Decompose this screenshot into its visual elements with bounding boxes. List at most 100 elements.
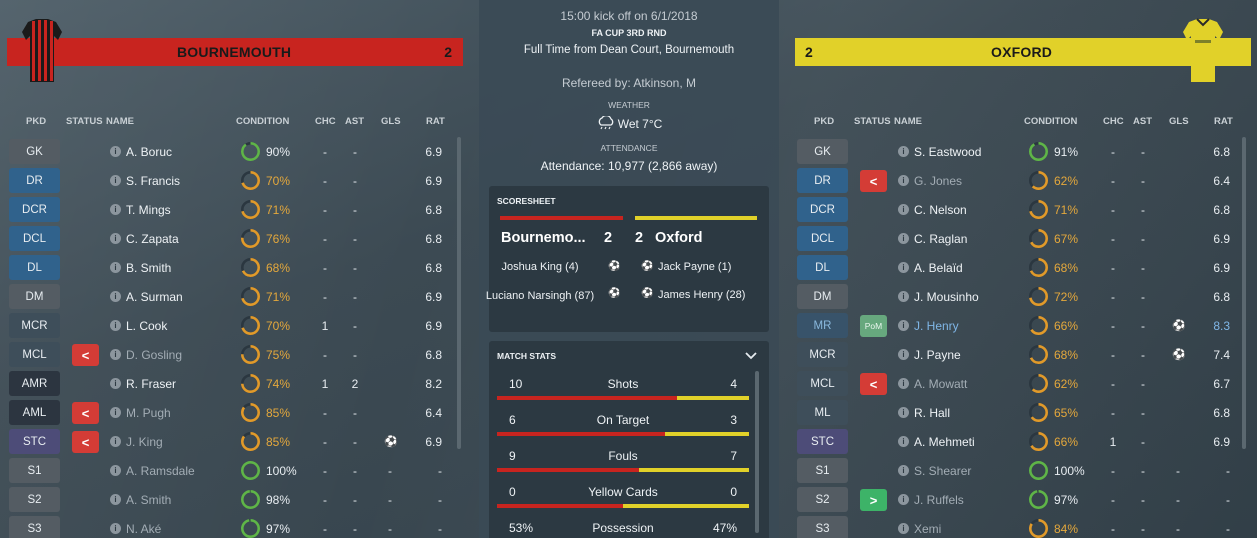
player-row[interactable]: ML i R. Hall 65% - - 6.8 <box>788 398 1257 427</box>
player-row[interactable]: S2 > i J. Ruffels 97% - - - - <box>788 485 1257 514</box>
position-badge[interactable]: S3 <box>797 516 848 538</box>
substituted-off-icon[interactable]: < <box>72 431 99 453</box>
away-scorer[interactable]: Jack Payne (1) <box>658 261 731 273</box>
player-name[interactable]: Xemi <box>914 522 941 536</box>
col-head-condition[interactable]: CONDITION <box>1024 116 1077 130</box>
chevron-down-icon[interactable] <box>745 352 757 360</box>
col-head-pkd[interactable]: PKD <box>26 116 46 130</box>
player-row[interactable]: DR i S. Francis 70% - - 6.9 <box>0 166 472 195</box>
info-icon[interactable]: i <box>898 204 909 215</box>
player-name[interactable]: R. Hall <box>914 406 950 420</box>
player-name[interactable]: A. Mowatt <box>914 377 967 391</box>
player-name[interactable]: C. Zapata <box>126 232 179 246</box>
info-icon[interactable]: i <box>898 349 909 360</box>
info-icon[interactable]: i <box>898 436 909 447</box>
scoresheet-home-name[interactable]: Bournemo... <box>501 230 586 246</box>
position-badge[interactable]: DCR <box>797 197 848 222</box>
player-row[interactable]: DCR i T. Mings 71% - - 6.8 <box>0 195 472 224</box>
col-head-name[interactable]: NAME <box>894 116 922 130</box>
col-head-name[interactable]: NAME <box>106 116 134 130</box>
col-head-rat[interactable]: RAT <box>1214 116 1233 130</box>
position-badge[interactable]: DCL <box>797 226 848 251</box>
player-name[interactable]: S. Eastwood <box>914 145 981 159</box>
col-head-status[interactable]: STATUS <box>66 116 103 130</box>
substituted-off-icon[interactable]: < <box>72 344 99 366</box>
player-name[interactable]: A. Ramsdale <box>126 464 195 478</box>
info-icon[interactable]: i <box>898 465 909 476</box>
player-row[interactable]: S1 i A. Ramsdale 100% - - - - <box>0 456 472 485</box>
info-icon[interactable]: i <box>110 146 121 157</box>
player-row[interactable]: DL i A. Belaïd 68% - - 6.9 <box>788 253 1257 282</box>
info-icon[interactable]: i <box>110 494 121 505</box>
player-name[interactable]: A. Belaïd <box>914 261 963 275</box>
player-name[interactable]: L. Cook <box>126 319 167 333</box>
info-icon[interactable]: i <box>898 175 909 186</box>
player-name[interactable]: J. Mousinho <box>914 290 979 304</box>
info-icon[interactable]: i <box>898 233 909 244</box>
position-badge[interactable]: STC <box>797 429 848 454</box>
player-row[interactable]: GK i S. Eastwood 91% - - 6.8 <box>788 137 1257 166</box>
player-row[interactable]: STC < i J. King 85% - - ⚽ 6.9 <box>0 427 472 456</box>
player-row[interactable]: DCL i C. Zapata 76% - - 6.8 <box>0 224 472 253</box>
home-list-scrollbar[interactable] <box>457 137 461 449</box>
col-head-gls[interactable]: GLS <box>381 116 401 130</box>
position-badge[interactable]: DR <box>797 168 848 193</box>
substituted-on-icon[interactable]: > <box>860 489 887 511</box>
player-row[interactable]: S3 i Xemi 84% - - - - <box>788 514 1257 538</box>
position-badge[interactable]: STC <box>9 429 60 454</box>
position-badge[interactable]: S1 <box>9 458 60 483</box>
player-name[interactable]: T. Mings <box>126 203 171 217</box>
col-head-pkd[interactable]: PKD <box>814 116 834 130</box>
info-icon[interactable]: i <box>898 407 909 418</box>
position-badge[interactable]: DR <box>9 168 60 193</box>
player-row[interactable]: AMR i R. Fraser 74% 1 2 8.2 <box>0 369 472 398</box>
info-icon[interactable]: i <box>898 378 909 389</box>
player-name[interactable]: B. Smith <box>126 261 171 275</box>
player-name[interactable]: A. Boruc <box>126 145 172 159</box>
player-name[interactable]: N. Aké <box>126 522 161 536</box>
info-icon[interactable]: i <box>110 204 121 215</box>
player-row[interactable]: S3 i N. Aké 97% - - - - <box>0 514 472 538</box>
player-row[interactable]: AML < i M. Pugh 85% - - 6.4 <box>0 398 472 427</box>
info-icon[interactable]: i <box>898 291 909 302</box>
info-icon[interactable]: i <box>110 436 121 447</box>
player-name[interactable]: C. Raglan <box>914 232 967 246</box>
player-name[interactable]: S. Shearer <box>914 464 971 478</box>
player-row[interactable]: GK i A. Boruc 90% - - 6.9 <box>0 137 472 166</box>
away-scorer[interactable]: James Henry (28) <box>658 289 745 301</box>
player-row[interactable]: STC i A. Mehmeti 66% 1 - 6.9 <box>788 427 1257 456</box>
home-scorer[interactable]: Joshua King (4) <box>480 261 600 273</box>
position-badge[interactable]: DCL <box>9 226 60 251</box>
player-name[interactable]: S. Francis <box>126 174 180 188</box>
col-head-condition[interactable]: CONDITION <box>236 116 289 130</box>
position-badge[interactable]: GK <box>797 139 848 164</box>
player-row[interactable]: DCR i C. Nelson 71% - - 6.8 <box>788 195 1257 224</box>
info-icon[interactable]: i <box>898 146 909 157</box>
position-badge[interactable]: AMR <box>9 371 60 396</box>
position-badge[interactable]: GK <box>9 139 60 164</box>
away-team-name[interactable]: OXFORD <box>991 44 1052 60</box>
player-name[interactable]: G. Jones <box>914 174 962 188</box>
position-badge[interactable]: DCR <box>9 197 60 222</box>
position-badge[interactable]: S2 <box>797 487 848 512</box>
player-row[interactable]: DL i B. Smith 68% - - 6.8 <box>0 253 472 282</box>
info-icon[interactable]: i <box>110 175 121 186</box>
player-name[interactable]: J. Payne <box>914 348 961 362</box>
player-name[interactable]: J. Ruffels <box>914 493 964 507</box>
player-row[interactable]: MCL < i A. Mowatt 62% - - 6.7 <box>788 369 1257 398</box>
player-name[interactable]: J. King <box>126 435 163 449</box>
player-row[interactable]: MCR i J. Payne 68% - - ⚽ 7.4 <box>788 340 1257 369</box>
position-badge[interactable]: S3 <box>9 516 60 538</box>
position-badge[interactable]: ML <box>797 400 848 425</box>
col-head-status[interactable]: STATUS <box>854 116 891 130</box>
info-icon[interactable]: i <box>110 407 121 418</box>
info-icon[interactable]: i <box>110 320 121 331</box>
position-badge[interactable]: MCR <box>797 342 848 367</box>
position-badge[interactable]: MCL <box>9 342 60 367</box>
col-head-chc[interactable]: CHC <box>315 116 336 130</box>
player-name[interactable]: A. Surman <box>126 290 183 304</box>
match-stats-scrollbar[interactable] <box>755 371 759 533</box>
player-row[interactable]: DR < i G. Jones 62% - - 6.4 <box>788 166 1257 195</box>
referee-line[interactable]: Refereed by: Atkinson, M <box>479 76 779 90</box>
info-icon[interactable]: i <box>898 320 909 331</box>
